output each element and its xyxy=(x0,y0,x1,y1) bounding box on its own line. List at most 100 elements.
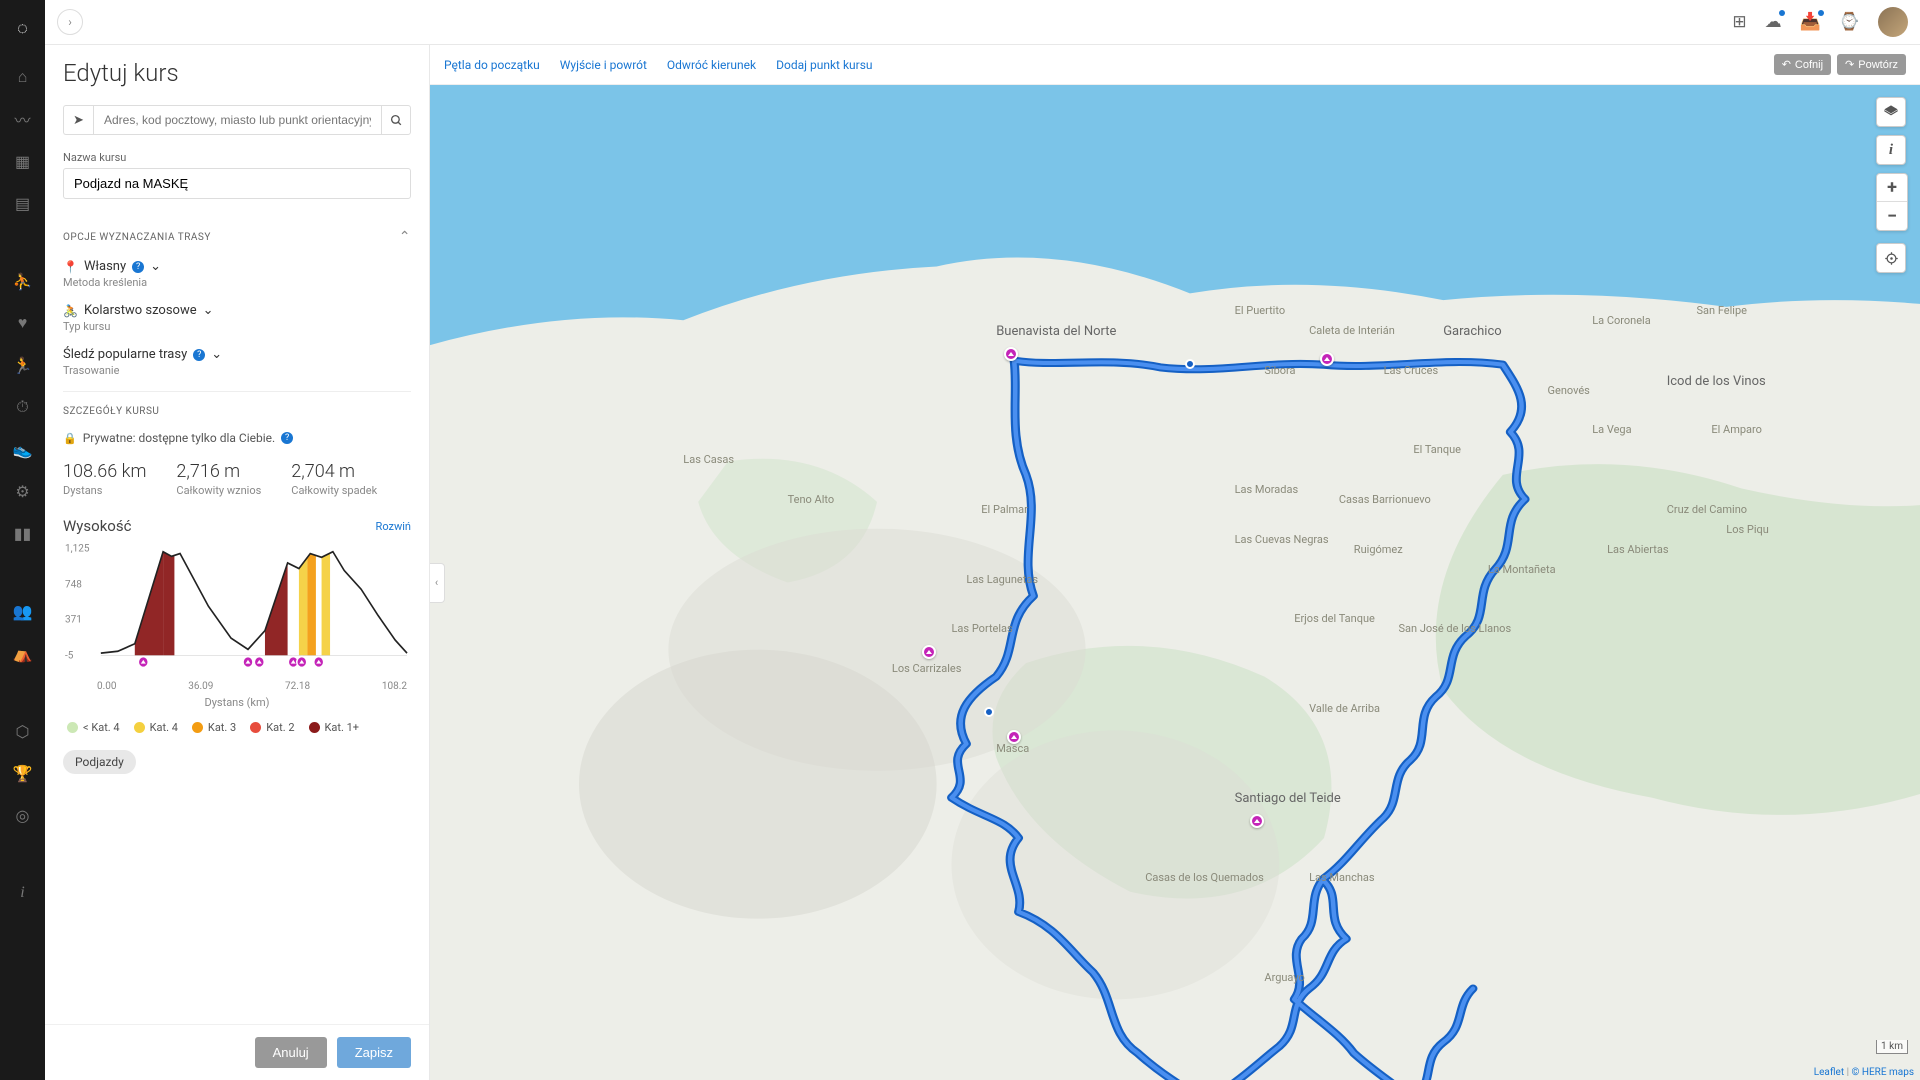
community-icon[interactable]: ⛺ xyxy=(13,643,33,663)
address-search: ➤ xyxy=(63,105,411,135)
activity-icon[interactable]: 〰 xyxy=(13,109,33,129)
zoom-in-button[interactable]: + xyxy=(1877,174,1907,202)
undo-icon: ↶ xyxy=(1782,58,1791,71)
course-details-header: SZCZEGÓŁY KURSU xyxy=(63,406,411,417)
heart-icon[interactable]: ♥ xyxy=(13,313,33,333)
route-waypoint[interactable] xyxy=(1185,359,1195,369)
legend-swatch xyxy=(134,722,145,733)
map-toolbar-link[interactable]: Wyjście i powrót xyxy=(560,58,647,72)
climb-marker-icon[interactable] xyxy=(922,645,936,659)
home-icon[interactable]: ⌂ xyxy=(13,67,33,87)
redo-icon: ↷ xyxy=(1845,58,1854,71)
map-attribution: Leaflet | © HERE maps xyxy=(1814,1067,1914,1078)
chevron-down-icon: ⌄ xyxy=(150,259,161,274)
inbox-icon[interactable]: 📥 xyxy=(1800,12,1821,32)
cloud-sync-icon[interactable]: ☁ xyxy=(1765,12,1782,32)
layers-button[interactable] xyxy=(1876,97,1906,127)
cancel-button[interactable]: Anuluj xyxy=(255,1037,327,1068)
legend-item: Kat. 2 xyxy=(250,721,294,734)
course-stats: 108.66 km Dystans 2,716 m Całkowity wzni… xyxy=(63,461,411,497)
info-badge-icon: ? xyxy=(132,261,144,273)
info-badge-icon: ? xyxy=(193,349,205,361)
crosshair-icon xyxy=(1884,251,1899,266)
calendar-icon[interactable]: ▦ xyxy=(13,151,33,171)
app-logo-icon[interactable]: ◌ xyxy=(17,18,28,39)
map-toolbar-link[interactable]: Dodaj punkt kursu xyxy=(776,58,872,72)
legend-item: < Kat. 4 xyxy=(67,721,120,734)
runner-icon[interactable]: 🏃 xyxy=(13,355,33,375)
search-icon xyxy=(390,114,403,127)
drawing-method-option[interactable]: 📍Własny?⌄ Metoda kreślenia xyxy=(63,259,411,289)
badge-icon[interactable]: ⬡ xyxy=(13,721,33,741)
climb-marker-icon[interactable] xyxy=(1004,347,1018,361)
bike-icon: 🚴 xyxy=(63,304,78,318)
map-canvas[interactable]: ‹ xyxy=(430,85,1920,1080)
here-link[interactable]: © HERE maps xyxy=(1852,1067,1914,1078)
action-buttons: Anuluj Zapisz xyxy=(45,1024,429,1080)
map-toolbar-link[interactable]: Pętla do początku xyxy=(444,58,540,72)
group-icon[interactable]: 👥 xyxy=(13,601,33,621)
elevation-title: Wysokość xyxy=(63,517,131,535)
left-navbar: ◌ ⌂ 〰 ▦ ▤ ⛹ ♥ 🏃 ⏱ 👟 ⚙ ▮▮ 👥 ⛺ ⬡ 🏆 ◎ i xyxy=(0,0,45,1080)
page-title: Edytuj kurs xyxy=(63,59,411,87)
info-badge-icon: ? xyxy=(281,432,293,444)
stats-icon[interactable]: ▮▮ xyxy=(13,523,33,543)
chart-xtick: 72.18 xyxy=(285,681,310,692)
zoom-out-button[interactable]: − xyxy=(1877,202,1907,230)
route-waypoint[interactable] xyxy=(984,707,994,717)
chart-ytick: 748 xyxy=(65,579,82,590)
collapse-panel-tab[interactable]: ‹ xyxy=(430,563,445,603)
course-name-label: Nazwa kursu xyxy=(63,151,411,164)
stopwatch-icon[interactable]: ⏱ xyxy=(13,397,33,417)
climb-marker-icon[interactable] xyxy=(1007,730,1021,744)
map-scale: 1 km xyxy=(1876,1040,1908,1054)
edit-panel: Edytuj kurs ➤ Nazwa kursu OPCJE WYZNACZA… xyxy=(45,45,430,1080)
location-arrow-icon[interactable]: ➤ xyxy=(63,105,93,135)
pin-icon: 📍 xyxy=(63,260,78,274)
watch-icon[interactable]: ⌚ xyxy=(1839,12,1860,32)
chevron-down-icon: ⌄ xyxy=(211,347,222,362)
stat-distance: 108.66 km Dystans xyxy=(63,461,146,497)
topbar: › ⊞ ☁ 📥 ⌚ xyxy=(45,0,1920,45)
chart-xticks: 0.0036.0972.18108.2 xyxy=(63,681,411,692)
collapse-sidebar-button[interactable]: › xyxy=(57,9,83,35)
zoom-controls: + − xyxy=(1876,173,1908,231)
map-info-button[interactable]: i xyxy=(1876,135,1906,165)
chart-xtick: 0.00 xyxy=(97,681,117,692)
person-icon[interactable]: ⛹ xyxy=(13,271,33,291)
save-button[interactable]: Zapisz xyxy=(337,1037,411,1068)
chevron-down-icon: ⌄ xyxy=(203,303,214,318)
shoe-icon[interactable]: 👟 xyxy=(13,439,33,459)
legend-swatch xyxy=(192,722,203,733)
popular-routes-option[interactable]: Śledź popularne trasy?⌄ Trasowanie xyxy=(63,347,411,377)
climb-marker-icon[interactable] xyxy=(1320,352,1334,366)
bulb-icon[interactable]: ⚙ xyxy=(13,481,33,501)
chart-xtick: 108.2 xyxy=(382,681,407,692)
user-avatar[interactable] xyxy=(1878,7,1908,37)
locate-button[interactable] xyxy=(1876,243,1906,273)
elevation-chart[interactable]: -53717481,125 xyxy=(73,545,411,675)
redo-button[interactable]: ↷Powtórz xyxy=(1837,54,1906,75)
course-type-option[interactable]: 🚴Kolarstwo szosowe⌄ Typ kursu xyxy=(63,303,411,333)
target-icon[interactable]: ◎ xyxy=(13,805,33,825)
privacy-row[interactable]: 🔒 Prywatne: dostępne tylko dla Ciebie. ? xyxy=(63,431,411,445)
search-button[interactable] xyxy=(381,105,411,135)
add-icon[interactable]: ⊞ xyxy=(1732,12,1746,32)
map-toolbar-link[interactable]: Odwróć kierunek xyxy=(667,58,756,72)
news-icon[interactable]: ▤ xyxy=(13,193,33,213)
map-container: Pętla do początku Wyjście i powrót Odwróć … xyxy=(430,45,1920,1080)
info-icon[interactable]: i xyxy=(13,883,33,903)
legend-item: Kat. 3 xyxy=(192,721,236,734)
address-input[interactable] xyxy=(93,105,381,135)
undo-button[interactable]: ↶Cofnij xyxy=(1774,54,1831,75)
leaflet-link[interactable]: Leaflet xyxy=(1814,1067,1844,1078)
chevron-up-icon: ⌃ xyxy=(399,229,411,245)
routing-options-header[interactable]: OPCJE WYZNACZANIA TRASY ⌃ xyxy=(63,229,411,245)
expand-link[interactable]: Rozwiń xyxy=(376,520,411,533)
climb-marker-icon[interactable] xyxy=(1250,814,1264,828)
trophy-icon[interactable]: 🏆 xyxy=(13,763,33,783)
chart-ytick: 371 xyxy=(65,615,82,626)
course-name-input[interactable] xyxy=(63,168,411,199)
legend-swatch xyxy=(309,722,320,733)
climbs-button[interactable]: Podjazdy xyxy=(63,750,136,774)
